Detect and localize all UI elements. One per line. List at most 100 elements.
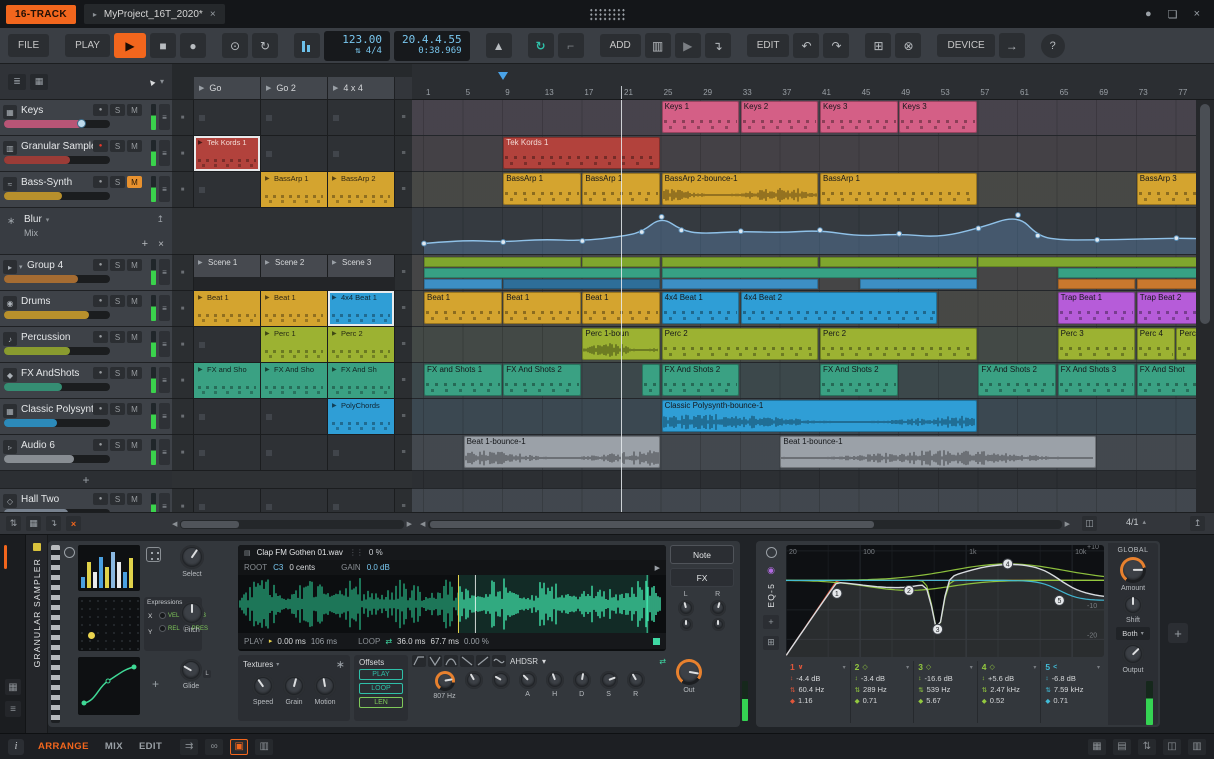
clip-stop-button[interactable]: ■ <box>172 363 194 398</box>
close-project-icon[interactable]: × <box>210 9 216 20</box>
clip-launcher-clip[interactable]: ▶ FX And Sh <box>328 363 395 398</box>
insert-device-icon[interactable]: → <box>998 33 1025 58</box>
eq-band-column[interactable]: 4 ◇ ▾ ↕ +5.6 dB ⇅ 2.47 kHz ◆ 0.52 <box>976 661 1041 723</box>
arranger-clip[interactable]: FX And Shots 2 <box>503 364 581 396</box>
band-shape-icon[interactable]: ◇ <box>862 663 867 671</box>
fx-slot-button-2[interactable]: ⊞ <box>763 635 779 650</box>
arranger-clip[interactable]: Trap Beat 1 <box>1057 292 1136 324</box>
volume-fader[interactable] <box>4 192 110 200</box>
eq-band-column[interactable]: 1 ∨ ▾ ↕ -4.4 dB ⇅ 60.4 Hz ◆ 1.16 <box>786 661 850 723</box>
track-menu-icon[interactable]: ≡ <box>159 140 170 166</box>
loop-icon[interactable]: ↻ <box>527 33 554 58</box>
mute-button[interactable]: M <box>127 403 142 415</box>
solo-button[interactable]: S <box>110 140 125 152</box>
device-list-icon[interactable]: ≡ <box>5 701 21 717</box>
volume-fader[interactable] <box>4 419 110 427</box>
band-frequency-value[interactable]: 289 Hz <box>863 685 887 694</box>
glide-knob[interactable] <box>180 659 202 681</box>
mute-button[interactable]: M <box>127 140 142 152</box>
slot-overflow-button[interactable]: ≡ <box>395 136 412 171</box>
pitch-knob[interactable] <box>180 601 204 625</box>
arranger-clip[interactable]: Perc 2 <box>820 328 977 360</box>
return-icon[interactable]: ↴ <box>46 516 61 531</box>
band-q-value[interactable]: 0.71 <box>863 696 878 705</box>
volume-fader[interactable] <box>4 156 110 164</box>
track-menu-icon[interactable]: ≡ <box>159 493 170 512</box>
arranger-clip[interactable]: Trap Beat 2 <box>1136 292 1196 324</box>
arranger-lane[interactable]: Classic Polysynth-bounce-1 <box>412 399 1196 435</box>
arranger-clip[interactable]: Beat 1-bounce-1 <box>780 436 1096 468</box>
volume-fader[interactable] <box>4 383 110 391</box>
mod-curve-display[interactable] <box>78 657 140 715</box>
clip-play-icon[interactable]: ▶ <box>265 330 270 337</box>
scene-header[interactable]: ▶ Go 2 <box>261 77 328 99</box>
grain-rate-knob[interactable] <box>434 671 455 691</box>
sample-waveform[interactable] <box>238 575 666 633</box>
clip-play-icon[interactable]: ▶ <box>332 330 337 337</box>
clip-play-icon[interactable]: ▶ <box>265 366 270 373</box>
launcher-menu-icon[interactable]: ≣ <box>8 73 26 90</box>
grain-knob[interactable] <box>283 675 305 697</box>
clip-stop-button[interactable]: ■ <box>172 291 194 326</box>
mute-button[interactable]: M <box>127 331 142 343</box>
clip-launcher-clip[interactable]: ▶ PolyChords <box>328 399 395 434</box>
arranger-clip[interactable]: Perc 2 <box>661 328 819 360</box>
xy-pad[interactable] <box>78 597 140 651</box>
band-dropdown-icon[interactable]: ▾ <box>1097 664 1100 671</box>
arranger-lane[interactable]: Keys 1 Keys 2 Keys 3 Keys 3 <box>412 100 1196 136</box>
redo-icon[interactable]: ↷ <box>823 33 850 58</box>
solo-button[interactable]: S <box>110 439 125 451</box>
tempo-arrows-icon[interactable]: ⇅ <box>355 46 360 57</box>
pattern-icon[interactable]: ▥ <box>644 33 671 58</box>
clip-stop-button[interactable]: ■ <box>172 172 194 207</box>
position-display[interactable]: 20.4.4.55 0:38.969 <box>393 30 470 61</box>
arranger-lane[interactable]: Beat 1 Beat 1 Beat 1 4x4 Beat 1 4x4 Beat 2 Tr… <box>412 291 1196 327</box>
loop-start-value[interactable]: 36.0 ms <box>397 637 425 646</box>
solo-button[interactable]: S <box>110 259 125 271</box>
arranger-clip[interactable]: BassArp 1 <box>820 173 977 205</box>
record-arm-button[interactable]: ● <box>93 403 108 415</box>
arranger-clip[interactable]: 4x4 Beat 2 <box>740 292 938 324</box>
automation-panel-icon[interactable]: ⇅ <box>1138 738 1156 755</box>
clip-play-icon[interactable]: ▶ <box>198 294 203 301</box>
track-menu-icon[interactable]: ≡ <box>159 403 170 429</box>
vertical-scrollbar[interactable] <box>1196 100 1214 512</box>
textures-dropdown-icon[interactable]: ▾ <box>276 661 279 668</box>
arranger-lane[interactable]: FX and Shots 1 FX And Shots 2 FX And Shots… <box>412 363 1196 399</box>
pan-right-knob[interactable] <box>710 600 726 616</box>
scene-play-icon[interactable]: ▶ <box>199 84 204 92</box>
arranger-lane[interactable] <box>412 489 1196 512</box>
record-arm-button[interactable]: ● <box>93 367 108 379</box>
close-crossfade-icon[interactable]: × <box>66 516 81 531</box>
empty-clip-slot[interactable] <box>194 399 261 434</box>
band-shape-icon[interactable]: < <box>1053 664 1057 671</box>
clip-play-icon[interactable]: ▶ <box>332 366 337 373</box>
track-row[interactable]: ◆ FX AndShots ● S M ≡ <box>0 363 172 399</box>
info-button[interactable]: i <box>8 738 24 755</box>
launcher-scroll-thumb[interactable] <box>181 520 240 528</box>
delete-icon[interactable]: ⊗ <box>895 33 922 58</box>
dual-panel-icon[interactable]: ▣ <box>230 738 249 755</box>
empty-clip-slot[interactable] <box>328 136 395 171</box>
arranger-clip[interactable]: FX And Shot <box>1136 364 1196 396</box>
record-arm-button[interactable]: ● <box>93 176 108 188</box>
link-icon[interactable]: ∞ <box>205 738 224 755</box>
panel-tab-mix[interactable]: MIX <box>105 741 123 752</box>
freeze-icon[interactable]: ∗ <box>336 658 345 671</box>
drag-handle-icon[interactable]: ⋮⋮ <box>349 548 364 557</box>
expand-panel-icon[interactable]: ↥ <box>1190 516 1205 531</box>
mute-button[interactable]: M <box>127 439 142 451</box>
group-scene-slot[interactable]: ▶ Scene 1 <box>194 255 261 277</box>
clip-stop-button[interactable]: ■ <box>172 136 194 171</box>
expression-rel[interactable]: REL <box>159 625 180 632</box>
io-panel-icon[interactable]: ▥ <box>255 738 274 755</box>
automation-param-name[interactable]: Mix <box>24 228 38 238</box>
scroll-right-icon[interactable]: ▶ <box>407 520 412 528</box>
clip-launcher-clip[interactable]: ▶ Beat 1 <box>194 291 261 326</box>
env-shape-icon[interactable] <box>412 655 426 667</box>
help-icon[interactable]: ? <box>1040 33 1065 58</box>
track-row[interactable]: ◉ Drums ● S M ≡ <box>0 291 172 327</box>
slot-overflow-button[interactable]: ≡ <box>395 255 412 290</box>
select-knob[interactable] <box>180 545 204 569</box>
empty-clip-slot[interactable] <box>194 100 261 135</box>
